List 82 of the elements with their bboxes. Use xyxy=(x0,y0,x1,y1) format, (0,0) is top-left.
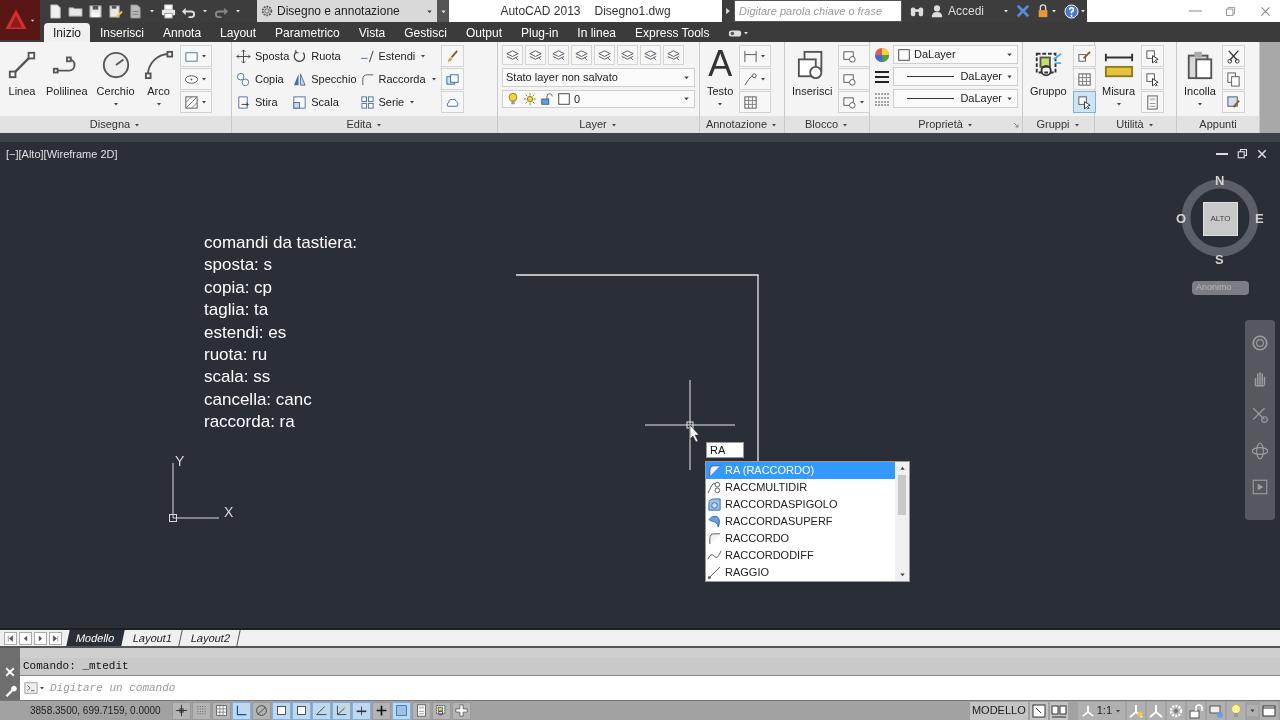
ribbon-button[interactable]: A Testo xyxy=(704,45,737,113)
command-input[interactable]: Digitare un comando xyxy=(50,679,1276,697)
ribbon-button[interactable]: Linea xyxy=(4,45,40,113)
note-line: comandi da tastiera: xyxy=(204,232,358,254)
dropdown[interactable]: DaLayer xyxy=(893,67,1018,86)
suggestion-item[interactable]: RACCORDO xyxy=(706,530,895,547)
panel-title-button[interactable]: Annotazione xyxy=(705,116,779,133)
sign-in-button[interactable]: Accedi xyxy=(930,2,996,20)
dropdown[interactable]: Stato layer non salvato xyxy=(502,68,695,87)
ribbon-tab[interactable]: Express Tools xyxy=(626,23,719,42)
panel-title-button[interactable]: Blocco xyxy=(805,116,849,133)
axis-label: Y xyxy=(175,454,185,468)
ribbon-tab[interactable]: Parametrico xyxy=(266,23,349,42)
coordinates: 3858.3500, 699.7159, 0.0000 xyxy=(29,704,162,718)
dropdown[interactable]: DaLayer xyxy=(893,45,1018,64)
ribbon-tab[interactable]: Output xyxy=(456,23,511,42)
suggestion-item[interactable]: RACCORDODIFF xyxy=(706,547,895,564)
note-line: taglia: ta xyxy=(204,299,270,322)
suggestion-item[interactable]: RACCORDASPIGOLO xyxy=(706,496,895,513)
panel-title-button[interactable]: Appunti xyxy=(1199,116,1237,133)
ribbon-tab[interactable]: Plug-in xyxy=(512,23,568,42)
ribbon-button[interactable]: Stira xyxy=(236,91,290,113)
ribbon-tab[interactable]: Layout xyxy=(211,23,266,42)
suggestion-item[interactable]: RAGGIO xyxy=(706,564,895,581)
suggestion-item[interactable]: RACCORDASUPERF xyxy=(706,513,895,530)
app-title: AutoCAD 2013 xyxy=(500,3,581,20)
space-button[interactable]: MODELLO xyxy=(969,701,1028,720)
note-line: scala: ss xyxy=(204,366,272,389)
workspace-dropdown[interactable]: Disegno e annotazione xyxy=(257,0,437,22)
panel-title-button[interactable]: Layer xyxy=(579,116,618,133)
compass-label: O xyxy=(1176,212,1187,225)
note-line: raccorda: ra xyxy=(204,411,296,434)
ribbon-button[interactable]: Misura xyxy=(1099,45,1138,113)
panel-title-button[interactable]: Proprietà xyxy=(918,116,974,133)
ribbon-button[interactable]: Gruppo xyxy=(1027,45,1070,113)
sheet-tab[interactable]: Layout1 xyxy=(122,630,183,646)
ribbon-tab[interactable]: Inizio xyxy=(44,23,90,42)
ribbon-button[interactable]: Serie xyxy=(359,91,438,113)
ribbon-button[interactable]: Ruota xyxy=(292,45,357,67)
command-field[interactable]: Digitare un comando xyxy=(20,676,1280,700)
ribbon-tab[interactable]: In linea xyxy=(568,23,626,42)
ribbon-tab[interactable]: Inserisci xyxy=(91,23,154,42)
ribbon-button[interactable]: Copia xyxy=(236,68,290,90)
panel-title-button[interactable]: Utilità xyxy=(1116,116,1155,133)
command-history: Comando: _mtedit xyxy=(23,659,129,675)
compass-label: N xyxy=(1215,174,1225,187)
compass-label: E xyxy=(1255,212,1264,225)
text-glyph: A xyxy=(708,47,733,83)
ribbon-tab[interactable]: Annota xyxy=(154,23,211,42)
sheet-tab[interactable]: Modello xyxy=(66,630,125,646)
ribbon-button[interactable]: Incolla xyxy=(1181,45,1219,113)
ribbon-button[interactable]: Polilinea xyxy=(43,45,91,113)
annotation-scale-button[interactable]: 1:1 xyxy=(1077,701,1125,720)
note-line: ruota: ru xyxy=(204,344,269,367)
ribbon-tab[interactable]: Vista xyxy=(349,23,395,42)
suggestion-item[interactable]: RACCMULTIDIR xyxy=(706,479,895,496)
ribbon-button[interactable]: Arco xyxy=(140,45,177,113)
ribbon-button[interactable]: Raccorda xyxy=(359,68,438,90)
panel-title-button[interactable]: Disegna xyxy=(89,116,142,133)
dropdown[interactable]: 0 xyxy=(502,89,695,108)
note-line: sposta: s xyxy=(204,254,274,277)
viewport-controls[interactable]: [−][Alto][Wireframe 2D] xyxy=(6,146,118,163)
ribbon-button[interactable]: Estendi xyxy=(359,45,438,67)
ribbon-button[interactable]: Scala xyxy=(292,91,357,113)
search-field[interactable]: Digitare parola chiave o frase xyxy=(734,0,902,22)
compass-label: S xyxy=(1215,253,1224,266)
note-line: estendi: es xyxy=(204,321,288,344)
ribbon-tab[interactable]: Gestisci xyxy=(395,23,456,42)
note-line: copia: cp xyxy=(204,276,274,299)
ribbon-button[interactable]: Cerchio xyxy=(93,45,138,113)
panel-title-button[interactable]: Edita xyxy=(346,116,383,133)
file-name: Disegno1.dwg xyxy=(594,3,671,20)
dropdown[interactable]: DaLayer xyxy=(893,89,1018,108)
sheet-tab[interactable]: Layout2 xyxy=(181,630,241,646)
ribbon-button[interactable]: Specchio xyxy=(292,68,357,90)
dynamic-input-field[interactable]: RA xyxy=(706,442,744,458)
ribbon-button[interactable]: Sposta xyxy=(236,45,290,67)
ribbon-button[interactable]: Inserisci xyxy=(789,45,836,113)
viewcube-face[interactable]: ALTO xyxy=(1203,202,1238,236)
note-line: cancella: canc xyxy=(204,388,313,411)
panel-title-button[interactable]: Gruppi xyxy=(1036,116,1081,133)
axis-label: X xyxy=(224,505,234,519)
